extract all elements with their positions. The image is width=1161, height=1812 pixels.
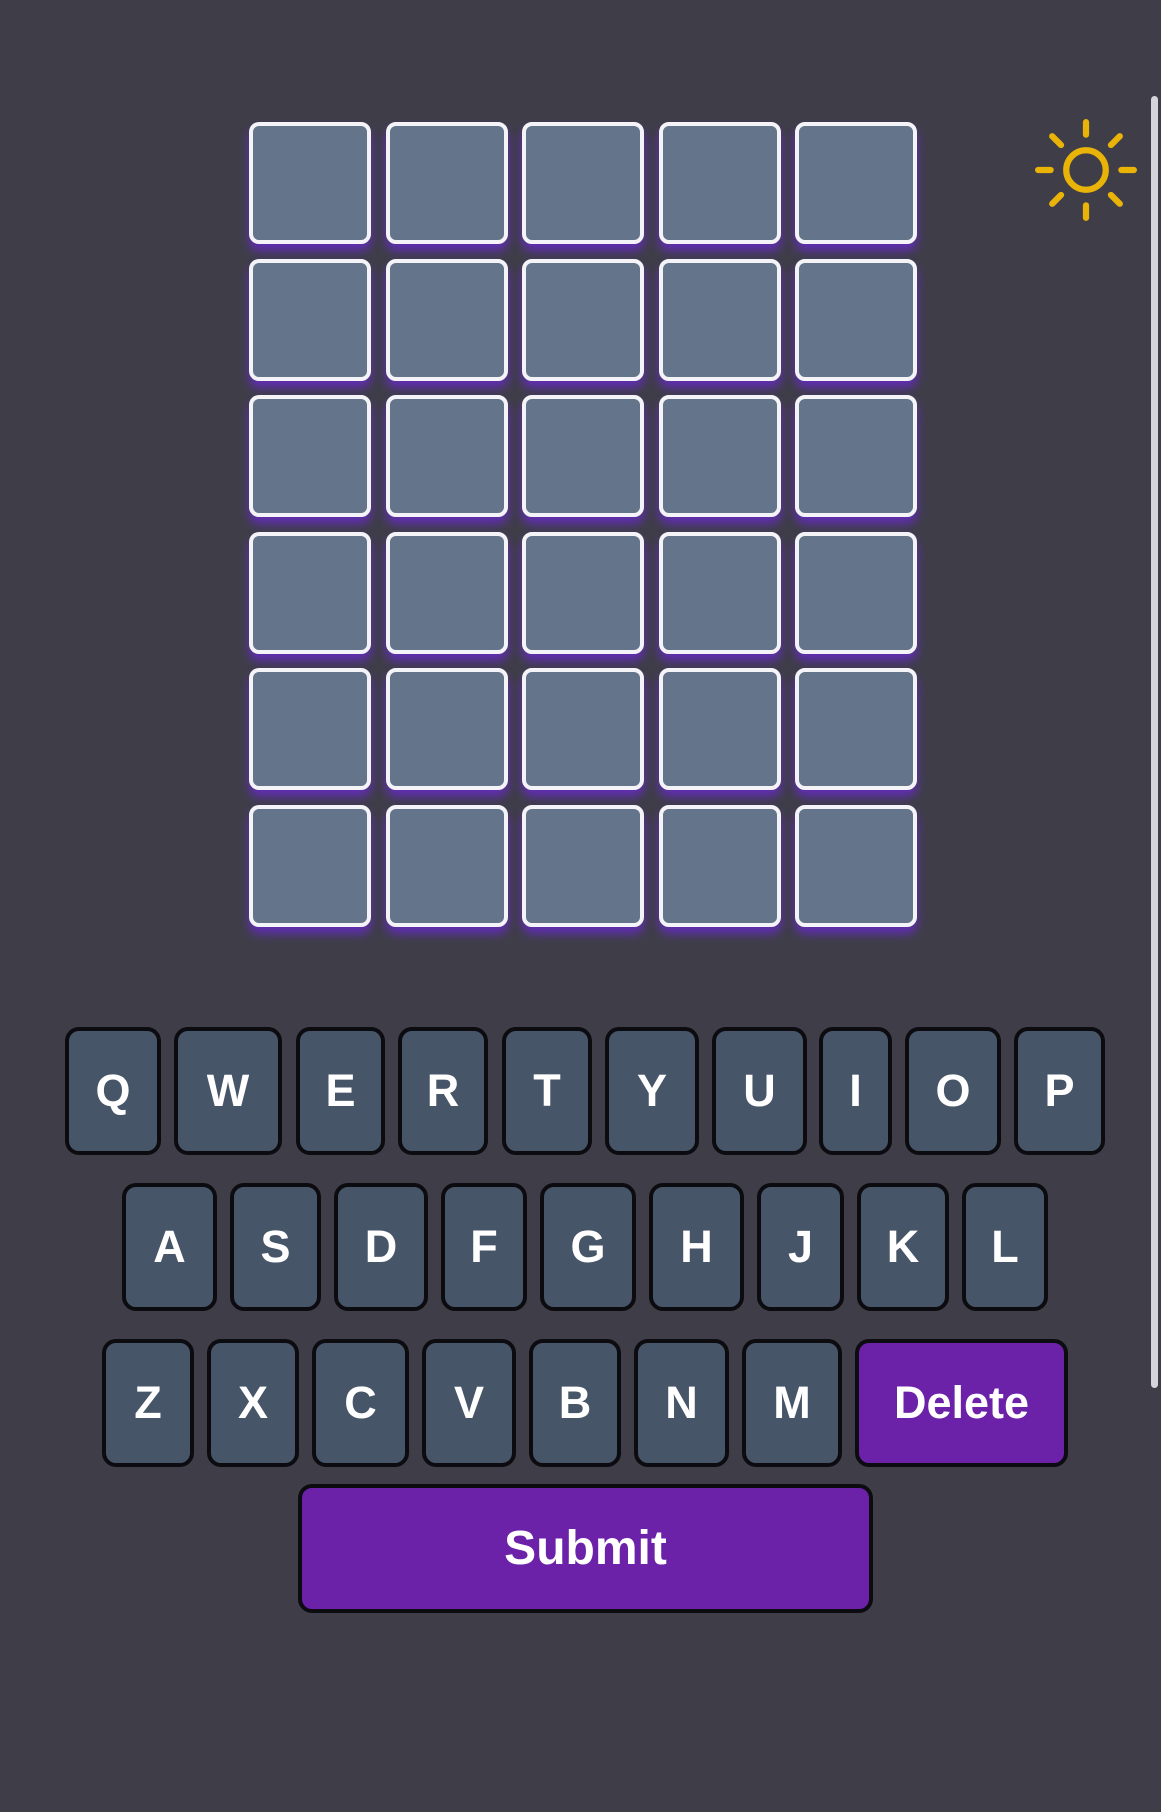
tile	[795, 258, 917, 381]
key-t[interactable]: T	[502, 1027, 592, 1155]
tile	[385, 395, 508, 517]
key-g[interactable]: G	[540, 1183, 636, 1311]
key-o[interactable]: O	[905, 1027, 1001, 1155]
key-i[interactable]: I	[819, 1027, 892, 1155]
key-b[interactable]: B	[529, 1339, 621, 1467]
tile	[658, 531, 781, 654]
key-m[interactable]: M	[742, 1339, 842, 1467]
key-l[interactable]: L	[962, 1183, 1048, 1311]
key-p[interactable]: P	[1014, 1027, 1105, 1155]
tile	[249, 804, 371, 927]
key-e[interactable]: E	[296, 1027, 385, 1155]
tile	[249, 122, 371, 244]
submit-button[interactable]: Submit	[298, 1484, 873, 1613]
tile	[522, 531, 644, 654]
tile	[385, 668, 508, 790]
key-w[interactable]: W	[174, 1027, 282, 1155]
tile	[658, 258, 781, 381]
tile	[658, 804, 781, 927]
key-q[interactable]: Q	[65, 1027, 161, 1155]
key-j[interactable]: J	[757, 1183, 844, 1311]
tile	[522, 395, 644, 517]
key-c[interactable]: C	[312, 1339, 409, 1467]
key-x[interactable]: X	[207, 1339, 299, 1467]
tile	[658, 395, 781, 517]
tile	[795, 395, 917, 517]
tile	[795, 122, 917, 244]
tile	[658, 122, 781, 244]
tile	[385, 804, 508, 927]
tile	[385, 122, 508, 244]
scrollbar[interactable]	[1151, 96, 1158, 1388]
tile	[795, 668, 917, 790]
game-board	[249, 122, 917, 927]
key-a[interactable]: A	[122, 1183, 217, 1311]
key-u[interactable]: U	[712, 1027, 807, 1155]
tile	[522, 258, 644, 381]
key-v[interactable]: V	[422, 1339, 516, 1467]
tile	[249, 258, 371, 381]
tile	[795, 804, 917, 927]
key-y[interactable]: Y	[605, 1027, 699, 1155]
tile	[795, 531, 917, 654]
key-h[interactable]: H	[649, 1183, 744, 1311]
key-k[interactable]: K	[857, 1183, 949, 1311]
tile	[385, 258, 508, 381]
tile	[249, 395, 371, 517]
key-z[interactable]: Z	[102, 1339, 194, 1467]
key-s[interactable]: S	[230, 1183, 321, 1311]
sun-icon	[1035, 119, 1137, 221]
tile	[522, 804, 644, 927]
delete-button[interactable]: Delete	[855, 1339, 1068, 1467]
tile	[385, 531, 508, 654]
key-f[interactable]: F	[441, 1183, 527, 1311]
key-n[interactable]: N	[634, 1339, 729, 1467]
tile	[249, 531, 371, 654]
tile	[249, 668, 371, 790]
key-r[interactable]: R	[398, 1027, 488, 1155]
theme-toggle-button[interactable]	[1034, 118, 1138, 222]
tile	[522, 668, 644, 790]
key-d[interactable]: D	[334, 1183, 428, 1311]
tile	[658, 668, 781, 790]
tile	[522, 122, 644, 244]
